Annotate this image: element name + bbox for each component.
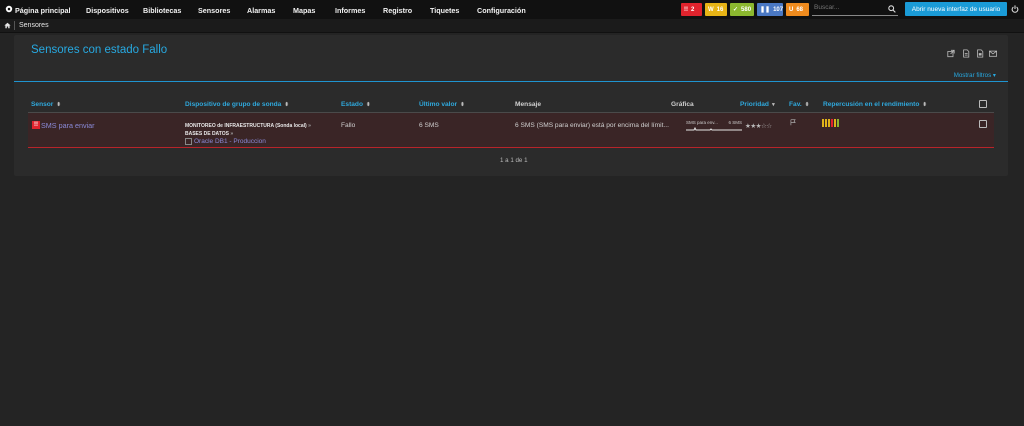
message-text: 6 SMS (SMS para enviar) está por encima … bbox=[515, 122, 669, 129]
search-box bbox=[812, 3, 898, 16]
breadcrumb-current[interactable]: Sensores bbox=[19, 22, 49, 29]
search-icon[interactable] bbox=[888, 5, 896, 13]
pagination-info: 1 a 1 de 1 bbox=[500, 157, 528, 164]
warning-icon: W bbox=[708, 6, 714, 13]
filter-divider bbox=[14, 81, 1008, 82]
home-icon[interactable] bbox=[4, 22, 11, 29]
favorite-flag-icon[interactable] bbox=[789, 119, 797, 126]
error-badge[interactable]: !! 2 bbox=[681, 3, 702, 16]
paused-badge[interactable]: ❚❚ 107 bbox=[757, 3, 783, 16]
device-icon bbox=[185, 138, 192, 145]
col-header-sensor[interactable]: Sensor ⬍ bbox=[31, 101, 61, 108]
priority-stars[interactable]: ★★★☆☆ bbox=[745, 122, 772, 130]
breadcrumb-separator bbox=[14, 21, 15, 30]
show-filters-link[interactable]: Mostrar filtros ▾ bbox=[954, 72, 996, 79]
email-icon[interactable] bbox=[989, 49, 997, 58]
sort-icon: ⬍ bbox=[804, 102, 810, 108]
select-all-checkbox[interactable] bbox=[979, 100, 987, 108]
logout-power-icon[interactable] bbox=[1011, 5, 1019, 13]
nav-tickets[interactable]: Tiquetes bbox=[430, 6, 459, 15]
sort-icon: ⬍ bbox=[284, 102, 289, 108]
nav-home[interactable]: Página principal bbox=[15, 6, 71, 15]
sort-icon: ⬍ bbox=[922, 102, 927, 108]
check-icon: ✓ bbox=[733, 7, 739, 13]
nav-log[interactable]: Registro bbox=[383, 6, 412, 15]
csv-icon[interactable] bbox=[976, 49, 984, 58]
external-link-icon[interactable] bbox=[947, 49, 955, 58]
chevron-right-icon: » bbox=[308, 123, 311, 129]
sort-desc-icon: ▾ bbox=[771, 102, 775, 108]
chevron-right-icon: » bbox=[230, 131, 234, 137]
sensor-list-panel: Sensores con estado Fallo Mostrar filtro… bbox=[14, 35, 1008, 176]
top-navigation: Página principal Dispositivos Biblioteca… bbox=[0, 0, 1024, 19]
last-value: 6 SMS bbox=[419, 122, 439, 129]
col-header-message: Mensaje bbox=[515, 101, 542, 108]
nav-devices[interactable]: Dispositivos bbox=[86, 6, 129, 15]
impact-segment bbox=[825, 119, 827, 127]
nav-alarms[interactable]: Alarmas bbox=[247, 6, 275, 15]
status-badges: !! 2 W 16 ✓ 580 ❚❚ 107 U 68 bbox=[681, 3, 809, 16]
impact-segment bbox=[822, 119, 824, 127]
col-header-graph: Gráfica bbox=[671, 101, 694, 108]
status-text: Fallo bbox=[341, 122, 356, 129]
pause-icon: ❚❚ bbox=[760, 7, 771, 13]
page-title: Sensores con estado Fallo bbox=[31, 44, 168, 56]
col-header-fav[interactable]: Fav. ⬍ bbox=[789, 101, 809, 108]
nav-setup[interactable]: Configuración bbox=[477, 6, 526, 15]
nav-sensors[interactable]: Sensores bbox=[198, 6, 230, 15]
mini-graph-line bbox=[686, 126, 742, 131]
paessler-logo-icon[interactable] bbox=[5, 5, 13, 13]
unusual-badge[interactable]: U 68 bbox=[786, 3, 809, 16]
error-status-icon: !! bbox=[32, 121, 40, 129]
impact-segment bbox=[834, 119, 836, 127]
col-header-last-value[interactable]: Último valor ⬍ bbox=[419, 101, 465, 108]
impact-segment bbox=[828, 119, 830, 127]
mini-graph[interactable]: SMS para env... 6 SMS bbox=[684, 119, 744, 133]
impact-segment bbox=[831, 119, 833, 127]
nav-libraries[interactable]: Bibliotecas bbox=[143, 6, 181, 15]
sort-icon: ⬍ bbox=[56, 102, 61, 108]
unusual-icon: U bbox=[789, 6, 794, 13]
pdf-icon[interactable] bbox=[962, 49, 970, 58]
search-input[interactable] bbox=[814, 4, 884, 11]
sort-icon: ⬍ bbox=[460, 102, 465, 108]
col-header-priority[interactable]: Prioridad ▾ bbox=[740, 101, 775, 108]
table-row[interactable]: !! SMS para enviar MONITOREO de INFRAEST… bbox=[28, 113, 994, 148]
error-icon: !! bbox=[684, 6, 688, 13]
nav-reports[interactable]: Informes bbox=[335, 6, 365, 15]
breadcrumb: Sensores bbox=[0, 19, 1024, 33]
row-select-checkbox[interactable] bbox=[979, 120, 987, 128]
nav-maps[interactable]: Mapas bbox=[293, 6, 315, 15]
device-group-link[interactable]: BASES DE DATOS » bbox=[185, 131, 233, 137]
device-probe-link[interactable]: MONITOREO de INFRAESTRUCTURA (Sonda loca… bbox=[185, 123, 311, 129]
col-header-impact[interactable]: Repercusión en el rendimiento ⬍ bbox=[823, 101, 927, 108]
warning-badge[interactable]: W 16 bbox=[705, 3, 727, 16]
performance-impact-bar bbox=[822, 119, 839, 127]
col-header-state[interactable]: Estado ⬍ bbox=[341, 101, 371, 108]
col-header-device[interactable]: Dispositivo de grupo de sonda ⬍ bbox=[185, 101, 289, 108]
open-new-ui-button[interactable]: Abrir nueva interfaz de usuario bbox=[905, 2, 1007, 16]
device-name-link[interactable]: Oracle DB1 - Produccion bbox=[185, 138, 266, 145]
impact-segment bbox=[837, 119, 839, 127]
sensor-name-link[interactable]: SMS para enviar bbox=[41, 121, 95, 130]
ok-badge[interactable]: ✓ 580 bbox=[730, 3, 754, 16]
sort-icon: ⬍ bbox=[365, 102, 371, 108]
